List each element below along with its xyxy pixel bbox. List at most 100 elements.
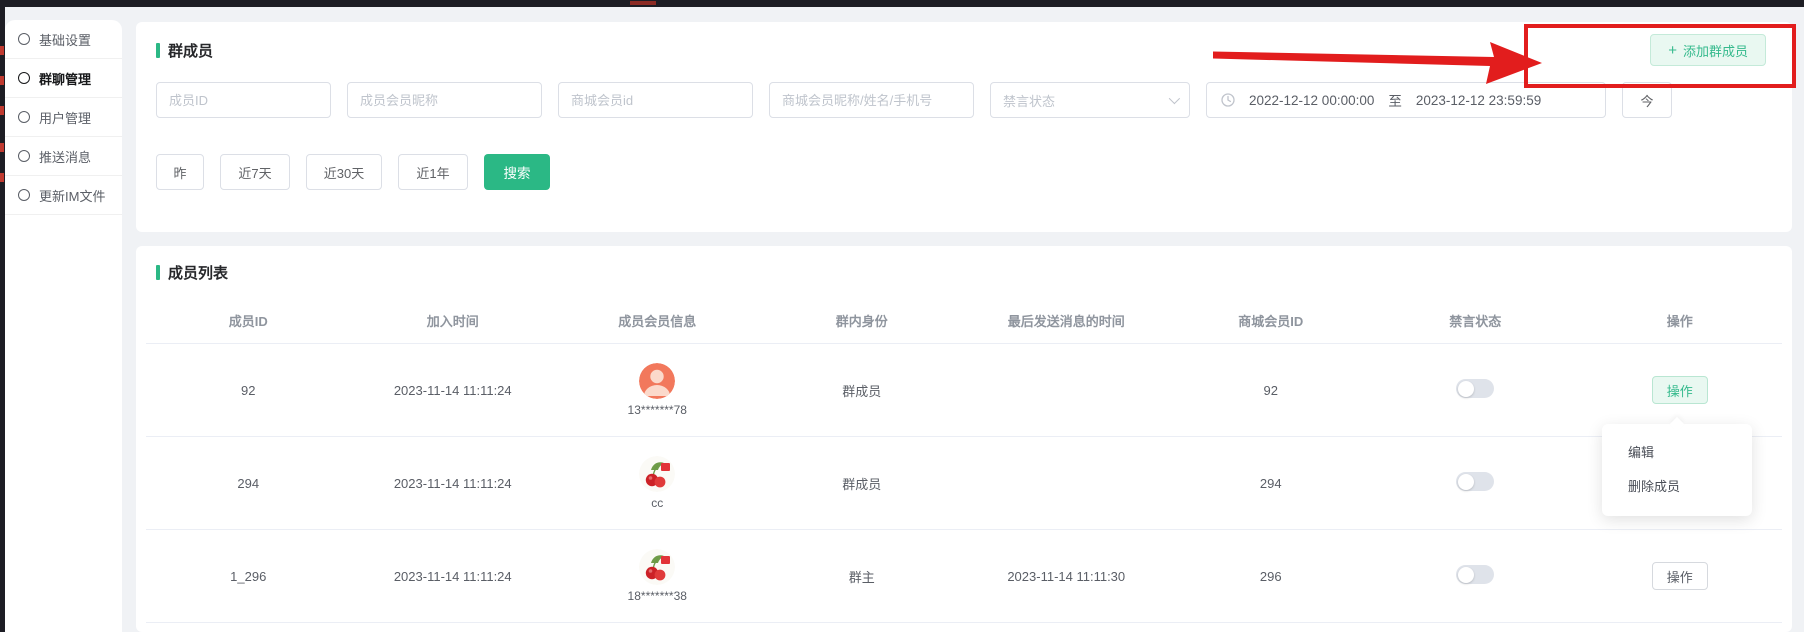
column-header-member-id: 成员ID bbox=[146, 311, 351, 330]
sidebar-item-label: 群聊管理 bbox=[39, 69, 91, 88]
left-edge-red-tick bbox=[0, 46, 4, 55]
mute-toggle[interactable] bbox=[1456, 472, 1494, 491]
sidebar-item-label: 推送消息 bbox=[39, 147, 91, 166]
cell-action: 操作 bbox=[1578, 376, 1783, 404]
sidebar-item-label: 用户管理 bbox=[39, 108, 91, 127]
green-accent-bar bbox=[156, 265, 160, 280]
mall-member-id-input[interactable] bbox=[558, 82, 753, 118]
chevron-down-icon bbox=[1169, 93, 1180, 104]
cell-group-role: 群主 bbox=[760, 567, 965, 586]
date-range-start: 2022-12-12 00:00:00 bbox=[1249, 93, 1374, 108]
top-bar-red-artifact bbox=[630, 1, 656, 5]
left-edge-strip bbox=[0, 7, 5, 632]
row-action-button-active[interactable]: 操作 bbox=[1652, 376, 1708, 404]
cell-mall-member-id: 296 bbox=[1169, 569, 1374, 584]
column-header-action: 操作 bbox=[1578, 311, 1783, 330]
left-edge-red-tick bbox=[0, 106, 4, 115]
sidebar-item-user-management[interactable]: 用户管理 bbox=[5, 98, 122, 137]
quick-range-row: 昨 近7天 近30天 近1年 搜索 bbox=[156, 154, 550, 190]
left-edge-red-tick bbox=[0, 143, 4, 152]
clock-icon bbox=[1221, 93, 1235, 107]
member-table: 成员ID 加入时间 成员会员信息 群内身份 最后发送消息的时间 商城会员ID 禁… bbox=[146, 298, 1782, 623]
column-header-mute-status: 禁言状态 bbox=[1373, 311, 1578, 330]
radio-circle-icon bbox=[18, 111, 30, 123]
sidebar: 基础设置 群聊管理 用户管理 推送消息 更新IM文件 bbox=[5, 20, 122, 632]
mute-toggle[interactable] bbox=[1456, 379, 1494, 398]
add-group-member-label: 添加群成员 bbox=[1683, 41, 1748, 60]
table-row: 92 2023-11-14 11:11:24 13*******78 群成员 9 bbox=[146, 344, 1782, 437]
table-row: 1_296 2023-11-14 11:11:24 bbox=[146, 530, 1782, 623]
cell-member-id: 294 bbox=[146, 476, 351, 491]
menu-item-edit[interactable]: 编辑 bbox=[1602, 436, 1752, 470]
cell-member-id: 1_296 bbox=[146, 569, 351, 584]
toggle-knob bbox=[1458, 567, 1474, 583]
section-title-member-list: 成员列表 bbox=[156, 262, 228, 283]
cell-action: 操作 bbox=[1578, 562, 1783, 590]
plus-icon: + bbox=[1668, 42, 1677, 59]
yesterday-button[interactable]: 昨 bbox=[156, 154, 204, 190]
cell-group-role: 群成员 bbox=[760, 474, 965, 493]
mall-member-info-input[interactable] bbox=[769, 82, 974, 118]
sidebar-item-label: 基础设置 bbox=[39, 30, 91, 49]
cell-mute-status bbox=[1373, 472, 1578, 494]
section-title-text: 成员列表 bbox=[168, 262, 228, 283]
row-action-button[interactable]: 操作 bbox=[1652, 562, 1708, 590]
member-list-card: 成员列表 成员ID 加入时间 成员会员信息 群内身份 最后发送消息的时间 商城会… bbox=[136, 246, 1792, 632]
browser-top-bar bbox=[0, 0, 1804, 7]
menu-item-delete-member[interactable]: 删除成员 bbox=[1602, 470, 1752, 504]
cell-member-info: 18*******38 bbox=[555, 549, 760, 603]
last-1-year-button[interactable]: 近1年 bbox=[398, 154, 468, 190]
member-nickname-label: cc bbox=[651, 496, 663, 510]
toggle-knob bbox=[1458, 474, 1474, 490]
cell-member-info: 13*******78 bbox=[555, 363, 760, 417]
cherry-photo-avatar bbox=[639, 456, 675, 492]
date-range-picker[interactable]: 2022-12-12 00:00:00 至 2023-12-12 23:59:5… bbox=[1206, 82, 1606, 118]
column-header-group-role: 群内身份 bbox=[760, 311, 965, 330]
last-30-days-button[interactable]: 近30天 bbox=[306, 154, 382, 190]
table-header-row: 成员ID 加入时间 成员会员信息 群内身份 最后发送消息的时间 商城会员ID 禁… bbox=[146, 298, 1782, 344]
sidebar-item-group-chat-management[interactable]: 群聊管理 bbox=[5, 59, 122, 98]
section-title-text: 群成员 bbox=[168, 40, 213, 61]
cell-mall-member-id: 92 bbox=[1169, 383, 1374, 398]
cell-group-role: 群成员 bbox=[760, 381, 965, 400]
sidebar-item-push-message[interactable]: 推送消息 bbox=[5, 137, 122, 176]
sidebar-item-update-im-file[interactable]: 更新IM文件 bbox=[5, 176, 122, 215]
search-button[interactable]: 搜索 bbox=[484, 154, 550, 190]
today-button[interactable]: 今 bbox=[1622, 82, 1672, 118]
sidebar-item-basic-settings[interactable]: 基础设置 bbox=[5, 20, 122, 59]
mute-toggle[interactable] bbox=[1456, 565, 1494, 584]
add-group-member-button[interactable]: + 添加群成员 bbox=[1650, 34, 1766, 66]
member-nickname-input[interactable] bbox=[347, 82, 542, 118]
cell-member-info: cc bbox=[555, 456, 760, 510]
column-header-join-time: 加入时间 bbox=[351, 311, 556, 330]
mute-status-select[interactable]: 禁言状态 bbox=[990, 82, 1190, 118]
group-member-filter-card: 群成员 + 添加群成员 禁言状态 2022-12-12 00:00:00 至 2… bbox=[136, 22, 1792, 232]
toggle-knob bbox=[1458, 381, 1474, 397]
member-id-input[interactable] bbox=[156, 82, 331, 118]
radio-circle-icon bbox=[18, 72, 30, 84]
column-header-member-info: 成员会员信息 bbox=[555, 311, 760, 330]
cell-join-time: 2023-11-14 11:11:24 bbox=[351, 476, 556, 491]
default-person-avatar bbox=[639, 363, 675, 399]
filter-row: 禁言状态 2022-12-12 00:00:00 至 2023-12-12 23… bbox=[156, 82, 1672, 118]
sidebar-item-label: 更新IM文件 bbox=[39, 186, 105, 205]
cell-last-message-time: 2023-11-14 11:11:30 bbox=[964, 569, 1169, 584]
cell-mall-member-id: 294 bbox=[1169, 476, 1374, 491]
left-edge-red-tick bbox=[0, 173, 4, 182]
cell-mute-status bbox=[1373, 565, 1578, 587]
cell-join-time: 2023-11-14 11:11:24 bbox=[351, 569, 556, 584]
last-7-days-button[interactable]: 近7天 bbox=[220, 154, 290, 190]
cell-mute-status bbox=[1373, 379, 1578, 401]
green-accent-bar bbox=[156, 43, 160, 58]
radio-circle-icon bbox=[18, 33, 30, 45]
left-edge-red-tick bbox=[0, 76, 4, 85]
radio-circle-icon bbox=[18, 150, 30, 162]
cell-member-id: 92 bbox=[146, 383, 351, 398]
member-phone-label: 13*******78 bbox=[628, 403, 687, 417]
table-row: 294 2023-11-14 11:11:24 bbox=[146, 437, 1782, 530]
radio-circle-icon bbox=[18, 189, 30, 201]
mute-status-placeholder: 禁言状态 bbox=[1003, 91, 1055, 110]
cell-join-time: 2023-11-14 11:11:24 bbox=[351, 383, 556, 398]
column-header-last-message-time: 最后发送消息的时间 bbox=[964, 311, 1169, 330]
date-range-separator: 至 bbox=[1388, 90, 1402, 110]
